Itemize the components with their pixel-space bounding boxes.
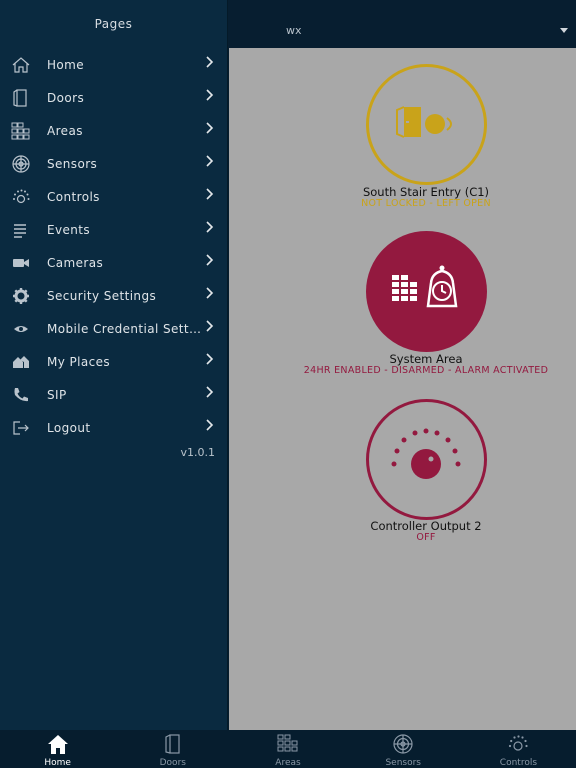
sensor-icon — [11, 154, 31, 174]
sidebar-item-security-settings[interactable]: Security Settings — [0, 279, 227, 312]
control-name: Controller Output 2 — [370, 519, 482, 533]
sidebar-item-controls[interactable]: Controls — [0, 180, 227, 213]
sidebar-item-cameras[interactable]: Cameras — [0, 246, 227, 279]
eye-icon — [11, 319, 31, 339]
sidebar-item-logout[interactable]: Logout — [0, 411, 227, 444]
chevron-right-icon — [206, 287, 214, 299]
chevron-right-icon — [206, 122, 214, 134]
sidebar-item-home[interactable]: Home — [0, 48, 227, 81]
sidebar-item-doors[interactable]: Doors — [0, 81, 227, 114]
tab-areas[interactable]: Areas — [230, 730, 345, 768]
sidebar-item-my-places[interactable]: My Places — [0, 345, 227, 378]
sidebar-item-sensors[interactable]: Sensors — [0, 147, 227, 180]
sidebar-item-label: Controls — [47, 189, 100, 204]
control-status: OFF — [416, 532, 436, 543]
app-version: v1.0.1 — [180, 446, 216, 459]
sidebar-item-label: Mobile Credential Setti... — [47, 321, 206, 336]
door-icon — [161, 732, 185, 756]
chevron-right-icon — [206, 221, 214, 233]
chevron-right-icon — [206, 353, 214, 365]
sidebar-item-label: SIP — [47, 387, 67, 402]
main-content: South Stair Entry (C1) NOT LOCKED - LEFT… — [229, 48, 576, 730]
dial-icon — [391, 428, 461, 479]
door-unlocked-icon — [396, 106, 452, 138]
area-status-circle[interactable] — [366, 231, 487, 352]
chevron-right-icon — [206, 89, 214, 101]
tab-label: Doors — [159, 758, 186, 768]
chevron-right-icon — [206, 386, 214, 398]
control-status-ring[interactable] — [366, 399, 487, 520]
tab-label: Home — [44, 758, 71, 768]
chevron-right-icon — [206, 254, 214, 266]
camera-icon — [11, 253, 31, 273]
grid-icon — [11, 121, 31, 141]
chevron-right-icon — [206, 419, 214, 431]
sidebar-item-label: Areas — [47, 123, 83, 138]
tab-home[interactable]: Home — [0, 730, 115, 768]
dial-icon — [506, 732, 530, 756]
site-selector-label[interactable]: wx — [286, 24, 302, 37]
bottom-nav: Home Doors Areas Sensors Controls — [0, 730, 576, 768]
sidebar-item-label: Doors — [47, 90, 85, 105]
dropdown-caret-icon[interactable] — [560, 28, 568, 33]
sidebar-item-mobile-credential[interactable]: Mobile Credential Setti... — [0, 312, 227, 345]
door-status-ring[interactable] — [366, 64, 487, 185]
chevron-right-icon — [206, 188, 214, 200]
area-status: 24HR ENABLED - DISARMED - ALARM ACTIVATE… — [303, 365, 549, 376]
tab-doors[interactable]: Doors — [115, 730, 230, 768]
sidebar-item-label: Events — [47, 222, 91, 237]
door-status: NOT LOCKED - LEFT OPEN — [361, 198, 491, 209]
houses-icon — [11, 352, 31, 372]
door-name: South Stair Entry (C1) — [362, 185, 490, 199]
sidebar-item-label: Sensors — [47, 156, 98, 171]
sidebar-item-events[interactable]: Events — [0, 213, 227, 246]
app-root: Pages Home Doors Areas Sensors Controls … — [0, 0, 576, 768]
tab-sensors[interactable]: Sensors — [346, 730, 461, 768]
sidebar-item-label: Home — [47, 57, 85, 72]
sidebar-item-sip[interactable]: SIP — [0, 378, 227, 411]
sidebar-title: Pages — [94, 17, 133, 31]
tab-label: Sensors — [385, 758, 421, 768]
phone-icon — [11, 385, 31, 405]
gear-icon — [11, 286, 31, 306]
home-icon — [11, 55, 31, 75]
tab-label: Areas — [275, 758, 301, 768]
sidebar-menu: Home Doors Areas Sensors Controls Events… — [0, 48, 227, 444]
area-alarm-icon — [392, 265, 458, 308]
home-icon — [46, 732, 70, 756]
top-bar: wx — [228, 0, 576, 48]
logout-icon — [11, 418, 31, 438]
sidebar-item-label: Security Settings — [47, 288, 157, 303]
sidebar-item-label: Logout — [47, 420, 91, 435]
chevron-right-icon — [206, 56, 214, 68]
chevron-right-icon — [206, 155, 214, 167]
area-name: System Area — [389, 352, 463, 366]
tab-label: Controls — [499, 758, 538, 768]
chevron-right-icon — [206, 320, 214, 332]
dial-icon — [11, 187, 31, 207]
sensor-icon — [391, 732, 415, 756]
list-icon — [11, 220, 31, 240]
tab-controls[interactable]: Controls — [461, 730, 576, 768]
sidebar-item-label: Cameras — [47, 255, 104, 270]
grid-icon — [276, 732, 300, 756]
sidebar-item-label: My Places — [47, 354, 111, 369]
door-icon — [11, 88, 31, 108]
sidebar: Pages Home Doors Areas Sensors Controls … — [0, 0, 228, 730]
sidebar-item-areas[interactable]: Areas — [0, 114, 227, 147]
